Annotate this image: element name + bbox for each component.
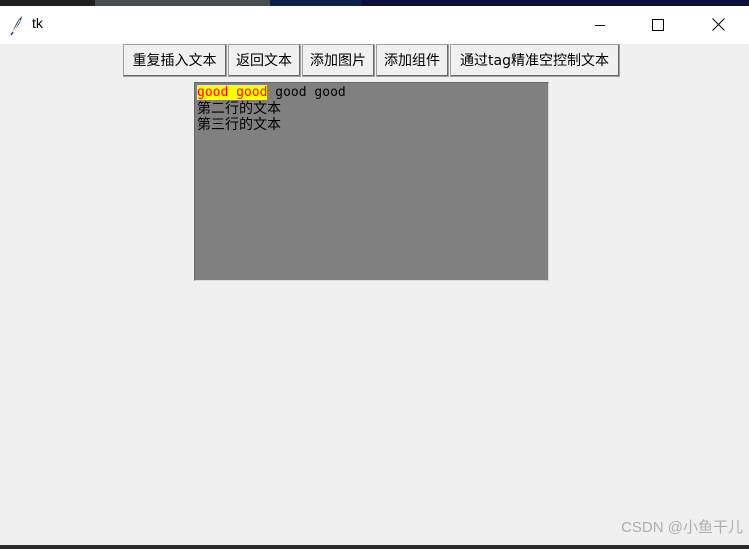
- text-line-1: good good good good: [197, 85, 546, 101]
- tagged-text: good good: [197, 85, 268, 100]
- minimize-icon: [594, 16, 606, 35]
- tag-control-text-button[interactable]: 通过tag精准空控制文本: [450, 44, 620, 77]
- title-bar[interactable]: tk: [0, 6, 749, 44]
- text-line-3: 第三行的文本: [197, 117, 281, 133]
- minimize-button[interactable]: [571, 6, 629, 44]
- tk-window: tk 重复插入文本 返回文本 添加图片 添加组件 通过tag精准空控制文本 go…: [0, 6, 749, 545]
- repeat-insert-text-button[interactable]: 重复插入文本: [123, 44, 227, 77]
- bottom-strip: [0, 545, 749, 549]
- return-text-button[interactable]: 返回文本: [228, 44, 301, 77]
- button-toolbar: 重复插入文本 返回文本 添加图片 添加组件 通过tag精准空控制文本: [123, 44, 621, 79]
- maximize-icon: [652, 16, 664, 35]
- close-button[interactable]: [687, 6, 749, 44]
- feather-icon: [8, 14, 26, 36]
- maximize-button[interactable]: [629, 6, 687, 44]
- text-line-1-rest: good good: [267, 85, 346, 100]
- watermark: CSDN @小鱼干儿: [621, 519, 743, 536]
- window-title: tk: [32, 15, 43, 31]
- text-line-2: 第二行的文本: [197, 101, 281, 117]
- text-area[interactable]: good good good good 第二行的文本 第三行的文本: [194, 82, 549, 281]
- close-icon: [711, 16, 725, 35]
- add-widget-button[interactable]: 添加组件: [376, 44, 449, 77]
- add-image-button[interactable]: 添加图片: [302, 44, 375, 77]
